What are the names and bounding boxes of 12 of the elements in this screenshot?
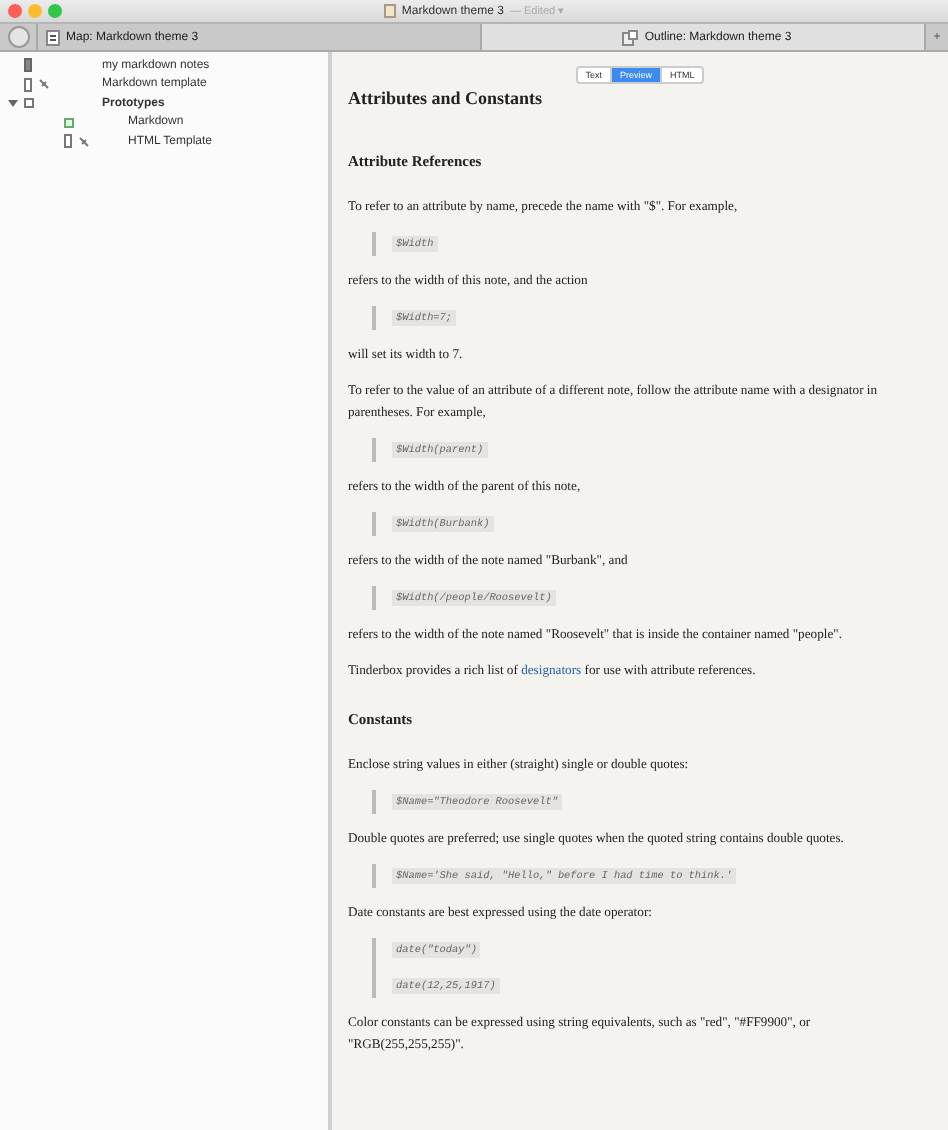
disclosure-triangle-icon[interactable] <box>8 98 18 109</box>
minimize-button[interactable] <box>28 4 42 18</box>
history-button[interactable] <box>8 26 30 48</box>
document-title: Attributes and Constants <box>348 88 545 108</box>
document-icon <box>383 4 396 18</box>
prototype-icon <box>64 117 74 128</box>
outline-icon <box>622 29 639 45</box>
map-icon <box>46 29 60 45</box>
zoom-button[interactable] <box>48 4 62 18</box>
note-icon <box>64 134 72 149</box>
container-icon <box>24 98 34 109</box>
close-button[interactable] <box>8 4 22 18</box>
